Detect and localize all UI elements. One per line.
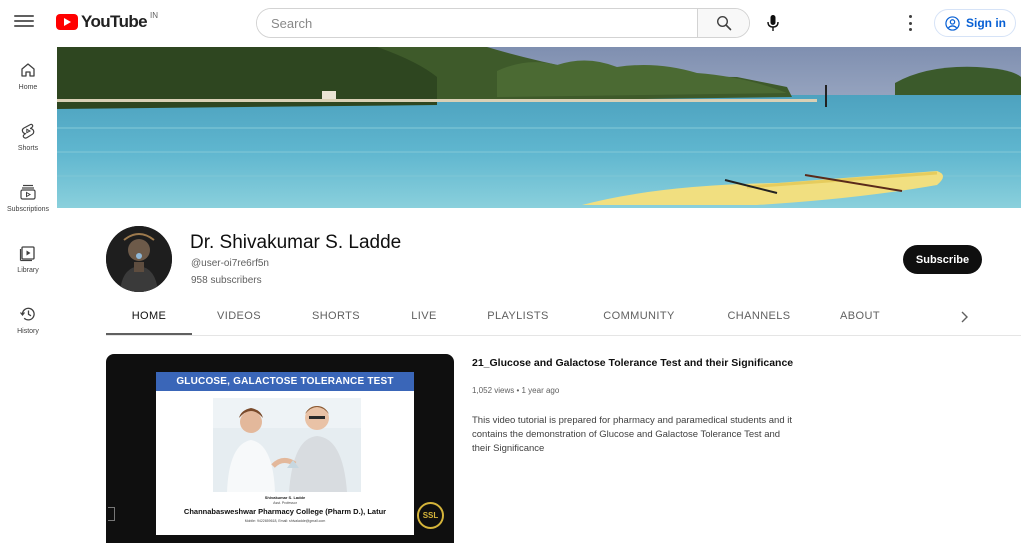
- channel-name: Dr. Shivakumar S. Ladde: [190, 232, 402, 253]
- youtube-play-icon: [56, 14, 78, 30]
- masthead: YouTube IN Sign in: [0, 0, 1021, 46]
- guide-item-label: History: [17, 328, 39, 335]
- search-icon: [716, 15, 731, 31]
- channel-banner: [57, 47, 1021, 208]
- search-box: [256, 8, 750, 38]
- guide-item-subscriptions[interactable]: Subscriptions: [0, 174, 56, 235]
- slide-role: Asst. Professor: [273, 501, 297, 505]
- guide-item-label: Subscriptions: [6, 206, 50, 213]
- tab-community[interactable]: COMMUNITY: [594, 301, 684, 335]
- home-icon: [21, 63, 35, 77]
- featured-video-description: This video tutorial is prepared for phar…: [472, 415, 793, 454]
- player-control[interactable]: [108, 507, 115, 521]
- guide-item-label: Shorts: [17, 145, 39, 152]
- guide-item-history[interactable]: History: [0, 296, 56, 357]
- chevron-right-icon[interactable]: [956, 309, 972, 325]
- library-icon: [19, 246, 35, 262]
- settings-menu-icon[interactable]: [902, 14, 918, 32]
- subscriber-count: 958 subscribers: [191, 275, 262, 286]
- guide-item-shorts[interactable]: Shorts: [0, 113, 56, 174]
- region-code: IN: [150, 10, 158, 20]
- video-thumbnail: GLUCOSE, GALACTOSE TOLERANCE TEST Shivak…: [156, 372, 414, 535]
- banner-image: [57, 47, 1021, 208]
- subscribe-button[interactable]: Subscribe: [903, 245, 982, 274]
- guide-item-label: Library: [17, 267, 39, 274]
- tab-live[interactable]: LIVE: [402, 301, 446, 335]
- tab-shorts[interactable]: SHORTS: [302, 301, 370, 335]
- slide-college: Channabasweshwar Pharmacy College (Pharm…: [183, 507, 387, 516]
- history-icon: [20, 307, 35, 321]
- featured-video-player[interactable]: GLUCOSE, GALACTOSE TOLERANCE TEST Shivak…: [106, 354, 454, 543]
- sign-in-button[interactable]: Sign in: [934, 9, 1016, 37]
- search-input[interactable]: [257, 9, 697, 37]
- microphone-icon: [767, 15, 779, 31]
- slide-author: Shivakumar S. Ladde: [264, 495, 306, 500]
- channel-tabs: HOME VIDEOS SHORTS LIVE PLAYLISTS COMMUN…: [106, 301, 1021, 336]
- channel-avatar[interactable]: [106, 226, 172, 292]
- youtube-logo[interactable]: YouTube IN: [56, 10, 158, 32]
- ssl-logo: SSL: [417, 502, 444, 529]
- tab-playlists[interactable]: PLAYLISTS: [478, 301, 558, 335]
- mini-guide: Home Shorts Subscriptions Library Histor…: [0, 52, 56, 357]
- featured-video-title[interactable]: 21_Glucose and Galactose Tolerance Test …: [472, 357, 793, 369]
- sign-in-label: Sign in: [966, 16, 1006, 30]
- shorts-icon: [21, 123, 35, 139]
- tab-home[interactable]: HOME: [106, 301, 192, 335]
- guide-item-library[interactable]: Library: [0, 235, 56, 296]
- guide-item-label: Home: [18, 84, 38, 91]
- featured-video-meta: 1,052 views • 1 year ago: [472, 386, 560, 395]
- subscriptions-icon: [20, 184, 36, 200]
- account-icon: [945, 15, 960, 31]
- slide-contact: Mobile: 9422659618, Email: shivaladde@gm…: [244, 519, 326, 523]
- logo-text: YouTube: [81, 12, 148, 31]
- tab-about[interactable]: ABOUT: [832, 301, 888, 335]
- slide-photo: [213, 398, 361, 492]
- tab-channels[interactable]: CHANNELS: [718, 301, 800, 335]
- tab-videos[interactable]: VIDEOS: [202, 301, 276, 335]
- voice-search-button[interactable]: [760, 10, 786, 36]
- menu-icon[interactable]: [14, 12, 34, 32]
- search-button[interactable]: [697, 9, 749, 37]
- slide-title: GLUCOSE, GALACTOSE TOLERANCE TEST: [156, 372, 414, 391]
- guide-item-home[interactable]: Home: [0, 52, 56, 113]
- avatar-image: [106, 226, 172, 292]
- channel-handle: @user-oi7re6rf5n: [191, 258, 269, 269]
